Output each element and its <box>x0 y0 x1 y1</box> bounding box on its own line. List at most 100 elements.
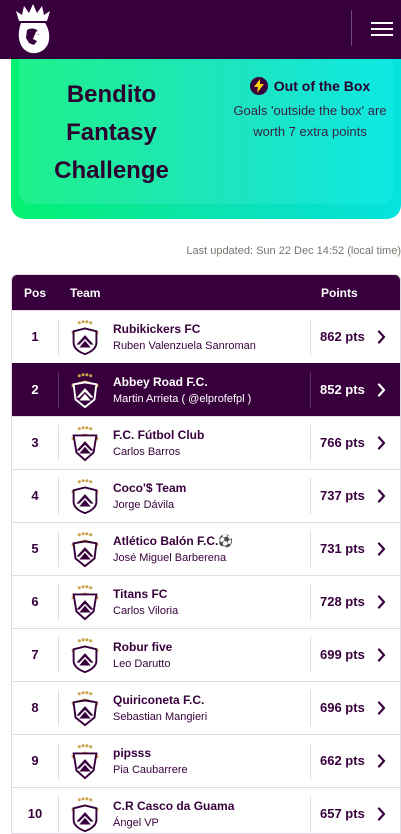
column-header-team: Team <box>70 286 101 300</box>
league-title-line: Challenge <box>54 157 169 184</box>
row-divider <box>58 796 59 832</box>
team-points: 731 pts <box>320 541 365 556</box>
manager-name: Martin Arrieta ( @elprofefpl ) <box>113 393 252 405</box>
table-row[interactable]: 10 C.R Casco da Guama Ángel VP 657 pts <box>12 787 400 833</box>
row-divider <box>310 531 311 567</box>
row-position: 9 <box>31 753 39 768</box>
row-position: 4 <box>31 488 39 503</box>
row-divider <box>310 584 311 620</box>
row-divider <box>58 690 59 726</box>
column-header-pos: Pos <box>24 286 47 300</box>
chevron-right-icon[interactable] <box>377 330 386 344</box>
header-divider <box>351 10 352 46</box>
table-row[interactable]: 9 pipsss Pia Caubarrere 662 pts <box>12 734 400 787</box>
team-name: Titans FC <box>113 587 168 601</box>
table-row[interactable]: 2 Abbey Road F.C. Martin Arrieta ( @elprof… <box>12 363 400 416</box>
team-name: Quiriconeta F.C. <box>113 693 205 707</box>
manager-name: Leo Darutto <box>113 658 171 670</box>
team-crest-icon <box>71 744 99 780</box>
standings-table: Pos Team Points 1 Rubikickers FC Ruben Val… <box>11 274 401 834</box>
row-divider <box>58 319 59 355</box>
manager-name: José Miguel Barberena <box>113 552 227 564</box>
banner-panel: Bendito Fantasy Challenge Out of the Box… <box>19 59 393 204</box>
chevron-right-icon[interactable] <box>377 754 386 768</box>
row-position: 7 <box>31 647 39 662</box>
chevron-right-icon[interactable] <box>377 436 386 450</box>
manager-name: Ruben Valenzuela Sanroman <box>113 340 256 352</box>
row-divider <box>58 743 59 779</box>
row-position: 10 <box>27 806 43 821</box>
column-header-points: Points <box>321 286 358 300</box>
row-divider <box>310 690 311 726</box>
team-crest-icon <box>71 585 99 621</box>
row-position: 1 <box>31 329 39 344</box>
row-divider <box>310 372 311 408</box>
table-row[interactable]: 3 F.C. Fútbol Club Carlos Barros 766 pts <box>12 416 400 469</box>
team-name: C.R Casco da Guama <box>113 799 235 813</box>
chevron-right-icon[interactable] <box>377 807 386 821</box>
row-divider <box>58 425 59 461</box>
row-position: 6 <box>31 594 39 609</box>
manager-name: Sebastian Mangieri <box>113 711 208 723</box>
row-divider <box>58 372 59 408</box>
lightning-bolt-icon <box>249 77 268 95</box>
row-position: 2 <box>31 382 39 397</box>
table-row[interactable]: 4 Coco'$ Team Jorge Dávila 737 pts <box>12 469 400 522</box>
row-divider <box>310 478 311 514</box>
team-name: Abbey Road F.C. <box>113 375 208 389</box>
team-crest-icon <box>71 532 99 568</box>
row-divider <box>310 425 311 461</box>
table-row[interactable]: 8 Quiriconeta F.C. Sebastian Mangieri 696 p… <box>12 681 400 734</box>
table-row[interactable]: 7 Robur five Leo Darutto 699 pts <box>12 628 400 681</box>
team-name: Atlético Balón F.C.⚽ <box>113 534 234 548</box>
team-name: pipsss <box>113 746 152 760</box>
chevron-right-icon[interactable] <box>377 595 386 609</box>
powerup-title: Out of the Box <box>273 78 371 94</box>
team-points: 699 pts <box>320 647 365 662</box>
hamburger-menu-icon[interactable] <box>363 17 395 41</box>
table-row[interactable]: 5 Atlético Balón F.C.⚽ José Miguel Barbere… <box>12 522 400 575</box>
team-crest-icon <box>71 797 99 833</box>
team-name: F.C. Fútbol Club <box>113 428 205 442</box>
top-navigation-bar <box>0 0 401 59</box>
chevron-right-icon[interactable] <box>377 648 386 662</box>
league-title: Bendito Fantasy Challenge <box>19 76 204 190</box>
team-points: 862 pts <box>320 329 365 344</box>
powerup-description: Goals 'outside the box' are worth 7 extr… <box>233 103 387 139</box>
team-points: 696 pts <box>320 700 365 715</box>
manager-name: Ángel VP <box>113 817 159 829</box>
row-divider <box>310 743 311 779</box>
team-crest-icon <box>71 373 99 409</box>
table-row[interactable]: 1 Rubikickers FC Ruben Valenzuela Sanroman… <box>12 310 400 363</box>
team-name: Rubikickers FC <box>113 322 201 336</box>
team-crest-icon <box>71 426 99 462</box>
team-crest-icon <box>71 320 99 356</box>
row-divider <box>58 531 59 567</box>
team-points: 766 pts <box>320 435 365 450</box>
chevron-right-icon[interactable] <box>377 701 386 715</box>
team-points: 662 pts <box>320 753 365 768</box>
team-points: 657 pts <box>320 806 365 821</box>
league-banner: Bendito Fantasy Challenge Out of the Box… <box>11 59 401 219</box>
chevron-right-icon[interactable] <box>377 383 386 397</box>
standings-table-header: Pos Team Points <box>12 275 400 310</box>
powerup-heading: Out of the Box <box>225 75 395 97</box>
league-title-line: Fantasy <box>66 119 157 146</box>
manager-name: Carlos Viloria <box>113 605 179 617</box>
chevron-right-icon[interactable] <box>377 489 386 503</box>
row-position: 8 <box>31 700 39 715</box>
powerup-info: Out of the Box Goals 'outside the box' a… <box>225 75 395 142</box>
manager-name: Carlos Barros <box>113 446 181 458</box>
table-row[interactable]: 6 Titans FC Carlos Viloria 728 pts <box>12 575 400 628</box>
team-name: Robur five <box>113 640 173 654</box>
team-points: 737 pts <box>320 488 365 503</box>
manager-name: Jorge Dávila <box>113 499 175 511</box>
premier-league-lion-icon[interactable] <box>12 3 54 55</box>
row-position: 5 <box>31 541 39 556</box>
chevron-right-icon[interactable] <box>377 542 386 556</box>
team-name: Coco'$ Team <box>113 481 187 495</box>
team-crest-icon <box>71 691 99 727</box>
team-points: 852 pts <box>320 382 365 397</box>
row-divider <box>310 796 311 832</box>
row-divider <box>58 478 59 514</box>
